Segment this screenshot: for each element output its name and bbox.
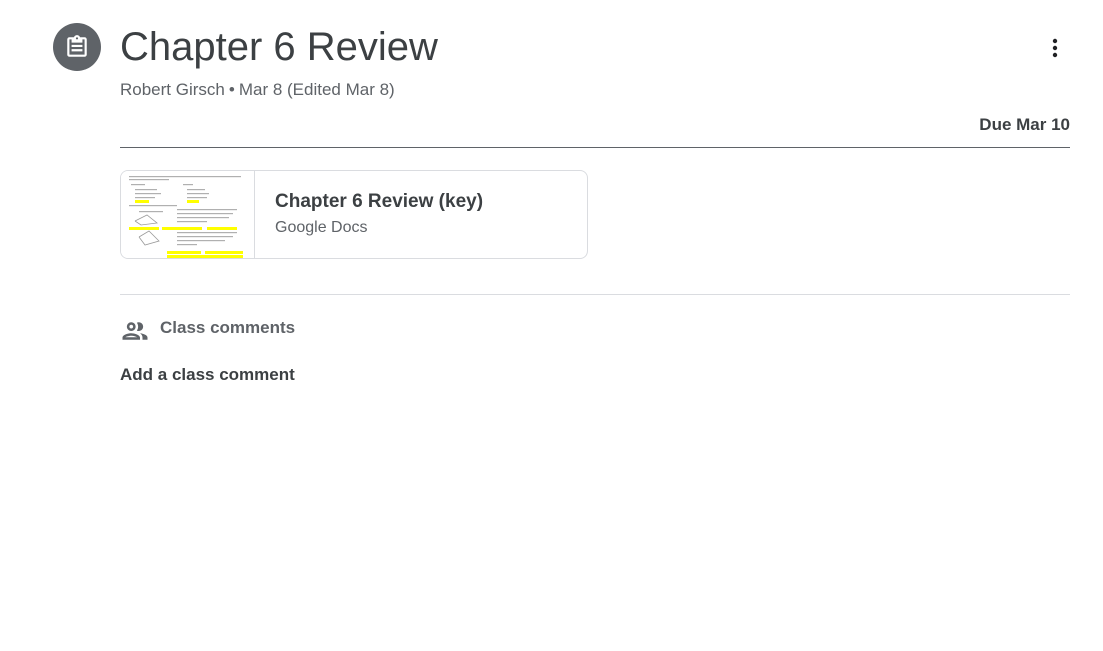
comments-divider bbox=[120, 294, 1070, 295]
header-divider bbox=[120, 147, 1070, 148]
class-comments-label: Class comments bbox=[160, 318, 296, 337]
more-options-button[interactable] bbox=[1031, 24, 1079, 72]
attachment-title[interactable]: Chapter 6 Review (key) bbox=[275, 190, 483, 214]
attachment-source: Google Docs bbox=[275, 219, 368, 236]
meta-separator: • bbox=[228, 80, 235, 99]
attachment-thumbnail bbox=[121, 171, 255, 258]
attachment-card[interactable]: Chapter 6 Review (key) Google Docs bbox=[120, 170, 588, 259]
add-class-comment-button[interactable]: Add a class comment bbox=[120, 364, 295, 386]
page-title: Chapter 6 Review bbox=[120, 25, 438, 69]
assignment-icon bbox=[53, 23, 101, 71]
class-comments-header: Class comments bbox=[120, 316, 295, 346]
attachment-text: Chapter 6 Review (key) Google Docs bbox=[255, 171, 483, 258]
due-date: Due Mar 10 bbox=[979, 115, 1070, 134]
assignment-meta: Robert Girsch • Mar 8 (Edited Mar 8) bbox=[120, 79, 395, 101]
people-icon bbox=[122, 322, 148, 340]
assignment-page: Chapter 6 Review Robert Girsch • Mar 8 (Ed… bbox=[0, 0, 1103, 651]
author-name: Robert Girsch bbox=[120, 80, 225, 99]
posted-date: Mar 8 (Edited Mar 8) bbox=[238, 80, 395, 99]
more-vert-icon bbox=[1052, 38, 1058, 58]
